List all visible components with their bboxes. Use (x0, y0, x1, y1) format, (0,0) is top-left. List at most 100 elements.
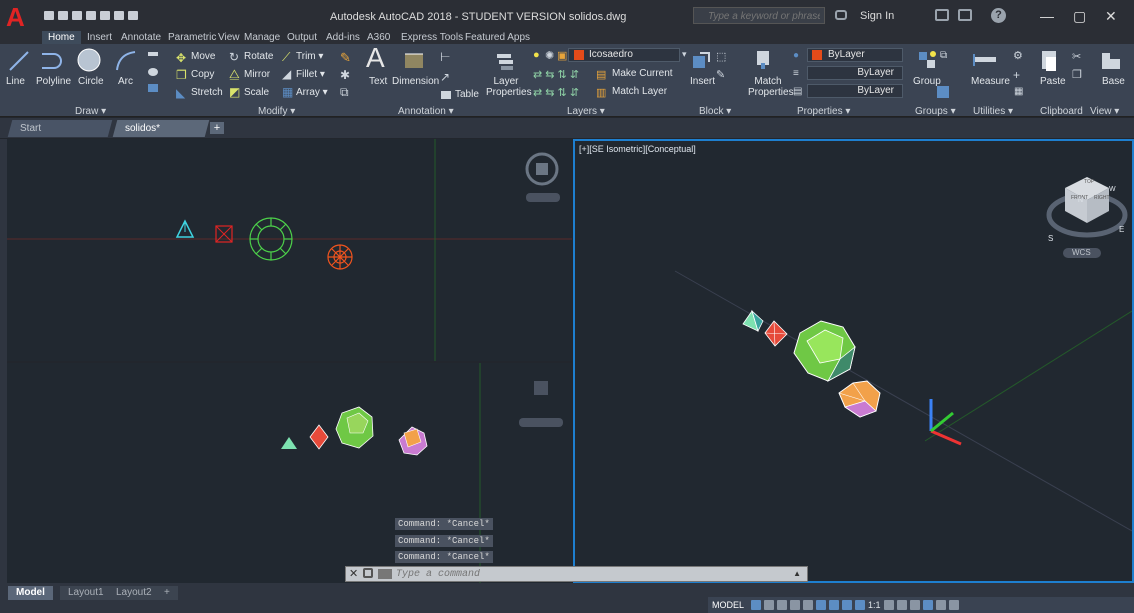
panel-properties-title[interactable]: Properties ▾ (797, 106, 850, 117)
insert-icon[interactable] (690, 50, 712, 72)
wcs-menu[interactable]: WCS (1072, 248, 1091, 257)
viewcube-right-label[interactable]: RIGHT (1094, 195, 1110, 201)
table-button[interactable]: Table (455, 89, 479, 100)
tab-addins[interactable]: Add-ins (326, 31, 360, 44)
tetrahedron-iso[interactable] (742, 309, 764, 333)
redo-icon[interactable] (128, 11, 138, 20)
panel-view-title[interactable]: View ▾ (1090, 106, 1119, 117)
new-tab-button[interactable]: + (210, 122, 224, 134)
compass-n[interactable]: N (1078, 197, 1083, 204)
sun-icon[interactable]: ✺ (545, 49, 554, 62)
rectangle-icon[interactable] (148, 52, 158, 56)
dodecahedron-front[interactable] (335, 406, 374, 449)
ungroup-icon[interactable]: ⧉ (940, 50, 947, 61)
create-block-icon[interactable]: ⬚ (716, 50, 726, 63)
steering-wheel-icon[interactable] (522, 149, 564, 219)
command-input[interactable] (396, 568, 786, 581)
rotate-button[interactable]: Rotate (244, 51, 273, 62)
panel-annotation-title[interactable]: Annotation ▾ (398, 106, 454, 117)
osnap-icon[interactable] (829, 600, 840, 610)
dodecahedron-iso[interactable] (793, 320, 856, 383)
annotation-scale[interactable]: 1:1 (868, 600, 881, 610)
tab-start[interactable]: Start (7, 120, 113, 137)
quick-select-icon[interactable]: ⚙ (1013, 49, 1023, 62)
tab-output[interactable]: Output (287, 31, 317, 44)
panel-groups-title[interactable]: Groups ▾ (915, 106, 956, 117)
close-button[interactable]: ✕ (1105, 8, 1117, 25)
match-properties-button[interactable]: Match Properties (748, 76, 794, 98)
viewport-isometric[interactable]: [+][SE Isometric][Conceptual] TOP FRONT (573, 139, 1134, 583)
tab-view[interactable]: View (218, 31, 240, 44)
make-current-button[interactable]: Make Current (612, 68, 673, 79)
array-button[interactable]: Array ▾ (296, 87, 328, 98)
isodraft-icon[interactable] (803, 600, 814, 610)
compass-e[interactable]: E (1119, 225, 1124, 234)
a360-icon[interactable] (958, 9, 972, 21)
plus-icon[interactable] (896, 600, 907, 610)
binoculars-icon[interactable] (835, 10, 847, 20)
viewport-label[interactable]: [+][SE Isometric][Conceptual] (579, 144, 696, 154)
group-icon[interactable] (916, 49, 938, 71)
id-point-icon[interactable]: + (1013, 68, 1020, 82)
panel-draw-title[interactable]: Draw ▾ (75, 106, 106, 117)
linetype-dropdown[interactable]: ByLayer (807, 66, 903, 80)
tab-annotate[interactable]: Annotate (121, 31, 161, 44)
arc-icon[interactable] (115, 50, 137, 72)
isolate-icon[interactable] (909, 600, 920, 610)
workspace-icon[interactable] (883, 600, 894, 610)
sign-in-button[interactable]: Sign In (860, 10, 894, 22)
layout-tab-layout1[interactable]: Layout1 (60, 586, 112, 600)
help-icon[interactable]: ? (991, 8, 1006, 23)
command-history-toggle-icon[interactable]: ▲ (793, 569, 801, 578)
compass-s[interactable]: S (1048, 234, 1053, 243)
snap-icon[interactable] (764, 600, 775, 610)
tab-insert[interactable]: Insert (87, 31, 112, 44)
tab-featured-apps[interactable]: Featured Apps (465, 31, 530, 44)
annotation-visibility-icon[interactable] (842, 600, 853, 610)
hatch-icon[interactable] (148, 68, 158, 76)
hardware-acceleration-icon[interactable] (922, 600, 933, 610)
layer-dropdown[interactable]: Icosaedro (568, 48, 680, 62)
layer-tools-icon-2[interactable]: ⇄ ⇆ ⇅ ⇵ (533, 86, 579, 99)
panel-block-title[interactable]: Block ▾ (699, 106, 731, 117)
gradient-icon[interactable] (148, 84, 158, 92)
osnap-tracking-icon[interactable] (816, 600, 827, 610)
arc-label[interactable]: Arc (118, 76, 133, 87)
autocad-logo-icon[interactable]: A (6, 4, 40, 30)
explode-icon[interactable]: ✱ (340, 68, 350, 82)
paste-button[interactable]: Paste (1040, 76, 1066, 87)
octahedron-top[interactable] (215, 225, 233, 243)
search-input[interactable] (693, 7, 825, 24)
circle-icon[interactable] (76, 47, 102, 73)
copy-clip-icon[interactable]: ❐ (1072, 68, 1082, 81)
lineweight-dropdown[interactable]: ByLayer (807, 84, 903, 98)
layer-properties-button[interactable]: Layer Properties (486, 76, 532, 98)
grid-icon[interactable] (751, 600, 762, 610)
layer-tools-icon[interactable]: ⇄ ⇆ ⇅ ⇵ (533, 68, 579, 81)
cart-icon[interactable] (935, 9, 949, 21)
line-label[interactable]: Line (6, 76, 25, 87)
polyline-icon[interactable] (40, 50, 64, 72)
text-icon[interactable]: A (366, 42, 385, 74)
compass-w[interactable]: W (1109, 186, 1116, 193)
tetrahedron-front[interactable] (281, 437, 297, 449)
dimension-icon[interactable] (402, 50, 426, 72)
minimize-button[interactable]: — (1040, 8, 1054, 24)
viewcube-small-icon[interactable] (517, 378, 567, 438)
close-command-icon[interactable]: ✕ (349, 567, 358, 580)
icosahedron-top[interactable] (327, 244, 353, 270)
open-icon[interactable] (58, 11, 68, 20)
viewcube-icon[interactable] (1043, 163, 1131, 259)
customization-icon[interactable] (948, 600, 959, 610)
paste-icon[interactable] (1040, 49, 1060, 73)
recent-commands-icon[interactable] (378, 569, 392, 579)
customize-icon[interactable] (363, 568, 373, 578)
lock-icon[interactable]: ▣ (557, 49, 567, 62)
move-button[interactable]: Move (191, 51, 215, 62)
icosahedron-front[interactable] (398, 426, 428, 456)
save-as-icon[interactable] (86, 11, 96, 20)
clean-screen-icon[interactable] (935, 600, 946, 610)
erase-icon[interactable]: ✎ (340, 50, 351, 66)
maximize-button[interactable]: ▢ (1073, 8, 1086, 25)
new-icon[interactable] (44, 11, 54, 20)
